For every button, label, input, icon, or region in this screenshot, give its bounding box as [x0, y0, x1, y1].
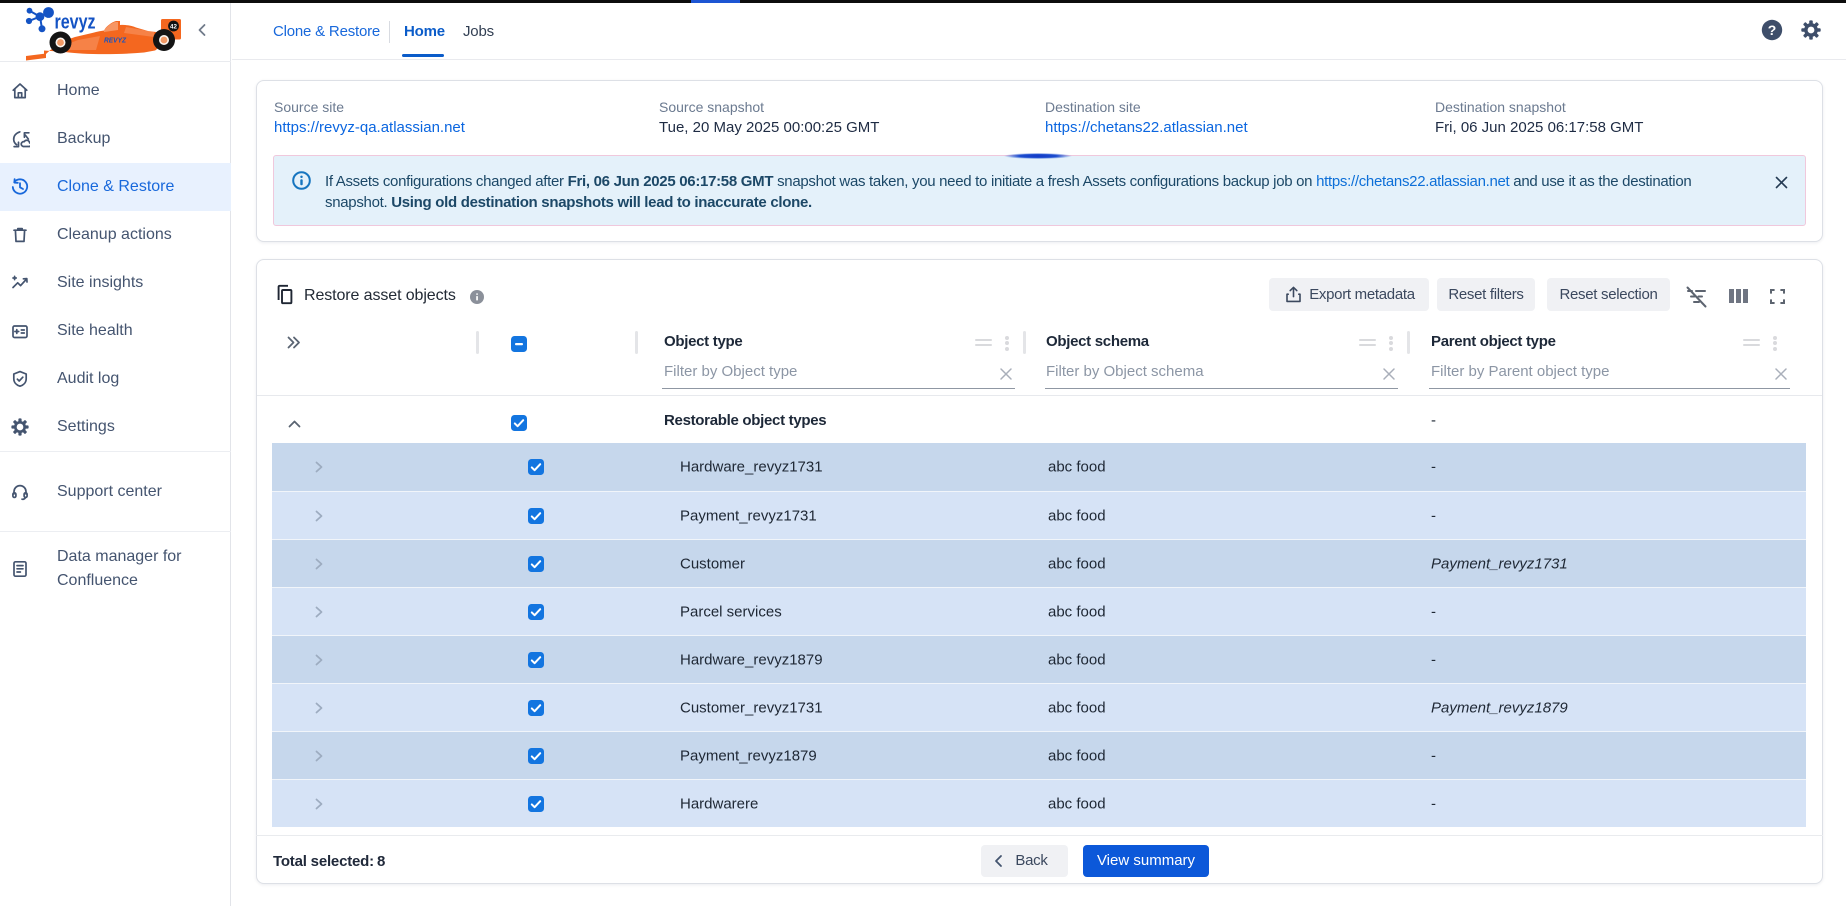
svg-text:revyz: revyz — [55, 12, 96, 34]
svg-text:?: ? — [1768, 22, 1777, 38]
svg-text:REVYZ: REVYZ — [104, 38, 127, 45]
svg-text:42: 42 — [170, 23, 177, 30]
